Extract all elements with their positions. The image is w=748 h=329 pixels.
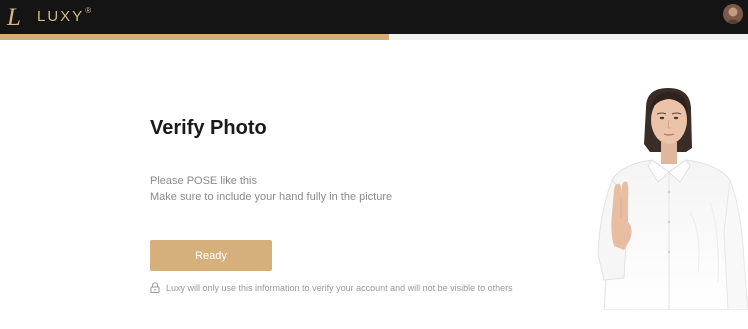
progress-bar xyxy=(0,34,748,40)
top-navigation-bar: L LUXY ® xyxy=(0,0,748,34)
pose-instruction: Please POSE like this xyxy=(150,175,257,187)
logo-text: LUXY xyxy=(37,8,85,25)
ready-button[interactable]: Ready xyxy=(150,240,272,271)
lock-icon xyxy=(150,282,160,293)
privacy-notice-text: Luxy will only use this information to v… xyxy=(166,282,513,293)
luxy-logo[interactable]: L LUXY ® xyxy=(4,2,91,30)
hand-instruction: Make sure to include your hand fully in … xyxy=(150,191,393,203)
privacy-notice: Luxy will only use this information to v… xyxy=(150,282,513,293)
pose-example-image xyxy=(597,88,748,310)
page-title: Verify Photo xyxy=(150,117,267,139)
logo-script-l-icon: L xyxy=(6,4,21,30)
user-avatar[interactable] xyxy=(723,4,743,24)
avatar-photo-icon xyxy=(723,4,743,24)
progress-bar-fill xyxy=(0,34,389,40)
svg-text:L: L xyxy=(6,4,21,30)
registered-mark: ® xyxy=(85,5,92,15)
